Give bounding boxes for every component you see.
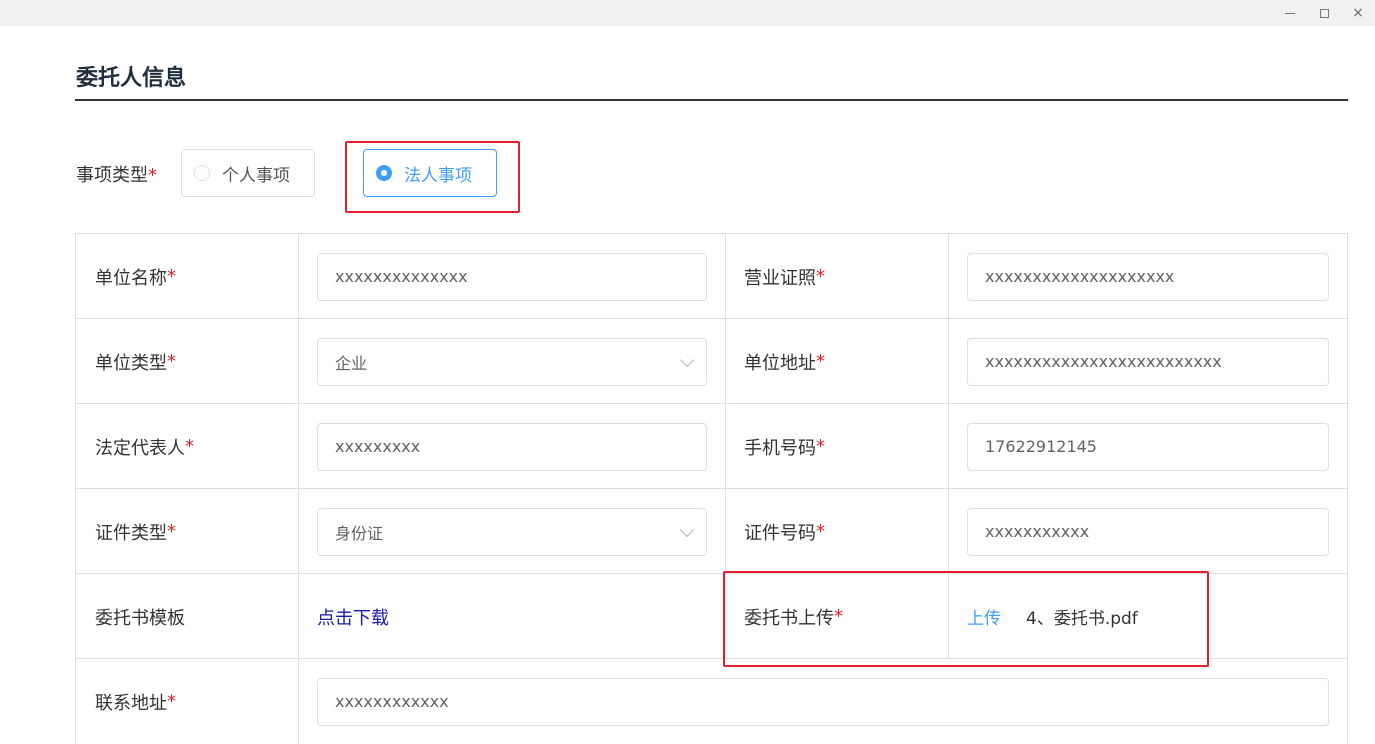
- contact-address-input[interactable]: xxxxxxxxxxxx: [317, 677, 1329, 726]
- unit-address-input[interactable]: xxxxxxxxxxxxxxxxxxxxxxxxx: [967, 337, 1329, 386]
- unit-name-input[interactable]: xxxxxxxxxxxxxx: [317, 252, 707, 301]
- form-row: 证件类型 * 身份证 证件号码 * xxxxxxxxxxx: [75, 488, 1348, 574]
- matter-type-label: 事项类型*: [76, 165, 157, 186]
- close-icon[interactable]: ×: [1341, 0, 1375, 26]
- id-number-input[interactable]: xxxxxxxxxxx: [967, 507, 1329, 556]
- section-divider: [75, 99, 1348, 101]
- form-row: 委托书模板 点击下载 委托书上传 * 上传 4、委托书.pdf: [75, 573, 1348, 659]
- form-row: 法定代表人 * xxxxxxxxx 手机号码 * 17622912145: [75, 403, 1348, 489]
- window-titlebar: ×: [0, 0, 1375, 26]
- contact-address-label: 联系地址 *: [76, 659, 299, 744]
- entity-info-form: 单位名称 * xxxxxxxxxxxxxx 营业证照 * xxxxxxxxxxxxx…: [75, 233, 1348, 744]
- phone-input[interactable]: 17622912145: [967, 422, 1329, 471]
- template-label: 委托书模板: [76, 574, 299, 659]
- upload-button[interactable]: 上传: [967, 604, 1001, 629]
- radio-personal-label: 个人事项: [222, 165, 290, 186]
- business-license-input[interactable]: xxxxxxxxxxxxxxxxxxxx: [967, 252, 1329, 301]
- legal-rep-input[interactable]: xxxxxxxxx: [317, 422, 707, 471]
- uploaded-file-name[interactable]: 4、委托书.pdf: [1026, 604, 1138, 629]
- unit-name-label: 单位名称 *: [76, 234, 299, 319]
- section-title: 委托人信息: [76, 66, 187, 91]
- upload-letter-label: 委托书上传 *: [726, 574, 949, 659]
- radio-checked-icon: [376, 165, 392, 181]
- form-row: 单位类型 * 企业 单位地址 * xxxxxxxxxxxxxxxxxxxxxxxxx: [75, 318, 1348, 404]
- minimize-icon[interactable]: [1273, 0, 1307, 26]
- chevron-down-icon: [679, 522, 695, 537]
- id-number-label: 证件号码 *: [726, 489, 949, 574]
- radio-corporate-label: 法人事项: [404, 165, 472, 186]
- phone-label: 手机号码 *: [726, 404, 949, 489]
- download-template-link[interactable]: 点击下载: [317, 604, 389, 630]
- unit-type-select[interactable]: 企业: [317, 337, 707, 386]
- form-row: 联系地址 * xxxxxxxxxxxx: [75, 658, 1348, 744]
- unit-type-label: 单位类型 *: [76, 319, 299, 404]
- unit-address-label: 单位地址 *: [726, 319, 949, 404]
- form-row: 单位名称 * xxxxxxxxxxxxxx 营业证照 * xxxxxxxxxxxxx…: [75, 233, 1348, 319]
- chevron-down-icon: [679, 352, 695, 367]
- radio-personal-matter[interactable]: 个人事项: [181, 149, 315, 197]
- business-license-label: 营业证照 *: [726, 234, 949, 319]
- radio-corporate-matter[interactable]: 法人事项: [363, 149, 497, 197]
- id-type-label: 证件类型 *: [76, 489, 299, 574]
- radio-unchecked-icon: [194, 165, 210, 181]
- maximize-icon[interactable]: [1307, 0, 1341, 26]
- legal-rep-label: 法定代表人 *: [76, 404, 299, 489]
- id-type-select[interactable]: 身份证: [317, 507, 707, 556]
